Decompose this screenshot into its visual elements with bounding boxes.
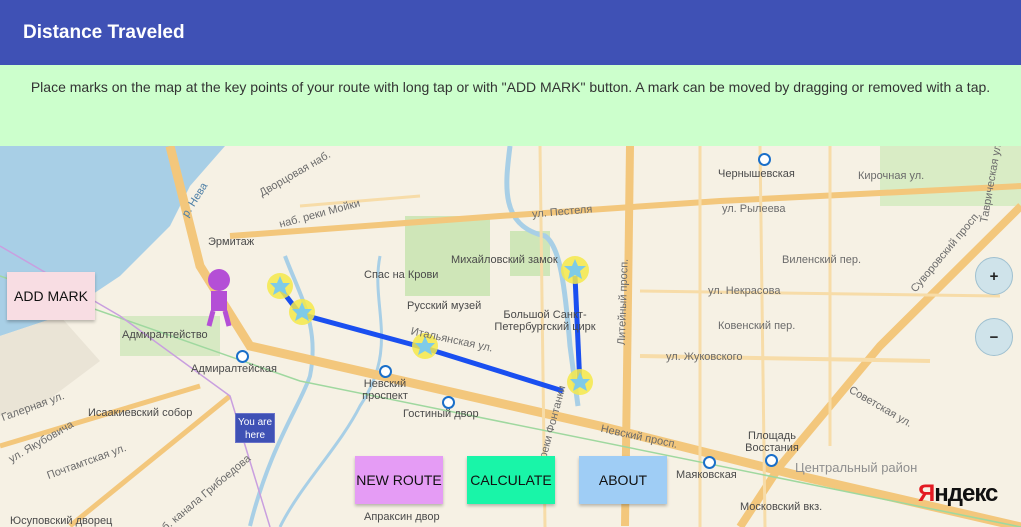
metro-icon [765, 454, 778, 467]
route-marker-2[interactable] [289, 299, 315, 325]
map-label: Адмиралтейство [122, 329, 208, 341]
map-label: Михайловский замок [451, 254, 558, 266]
about-button[interactable]: ABOUT [579, 456, 667, 504]
instruction-text: Place marks on the map at the key points… [30, 79, 991, 95]
metro-icon [703, 456, 716, 469]
app-bar: Distance Traveled [0, 0, 1021, 65]
map-label: ул. Рылеева [722, 203, 786, 215]
map-label: ул. Жуковского [666, 351, 743, 363]
map-label: Гостиный двор [403, 408, 479, 420]
instruction-banner: Place marks on the map at the key points… [0, 65, 1021, 146]
map-label: Спас на Крови [364, 269, 439, 281]
map-label: Центральный район [795, 460, 918, 475]
zoom-out-button[interactable]: − [975, 318, 1013, 356]
app-title: Distance Traveled [23, 22, 185, 43]
metro-icon [236, 350, 249, 363]
map-label: Адмиралтейская [191, 363, 277, 375]
route-marker-1[interactable] [267, 273, 293, 299]
new-route-button[interactable]: NEW ROUTE [355, 456, 443, 504]
yandex-logo: Яндекс [918, 480, 998, 507]
map-label: Большой Санкт-Петербургский цирк [494, 309, 596, 333]
map-label: Исаакиевский собор [88, 407, 193, 419]
zoom-in-button[interactable]: + [975, 257, 1013, 295]
map-label: ул. Некрасова [708, 285, 781, 297]
map-label: Ковенский пер. [718, 320, 796, 332]
metro-icon [442, 396, 455, 409]
metro-icon [758, 153, 771, 166]
you-are-here-label: You are here [235, 413, 275, 443]
map-label: Площадь Восстания [745, 430, 799, 454]
map-label: Чернышевская [718, 168, 795, 180]
calculate-button[interactable]: CALCULATE [467, 456, 555, 504]
map-label: Апраксин двор [364, 511, 440, 523]
map-label: Маяковская [676, 469, 737, 481]
map-label: Кирочная ул. [858, 170, 925, 182]
route-marker-5[interactable] [567, 369, 593, 395]
route-marker-4[interactable] [561, 256, 589, 284]
map-label: Юсуповский дворец [10, 515, 113, 527]
add-mark-button[interactable]: ADD MARK [7, 272, 95, 320]
map-label: Невский проспект [362, 378, 408, 402]
map-label: Московский вкз. [740, 501, 823, 513]
map-label: Эрмитаж [208, 236, 255, 248]
map-label: Виленский пер. [782, 254, 861, 266]
map-label: Русский музей [407, 300, 482, 312]
metro-icon [379, 365, 392, 378]
